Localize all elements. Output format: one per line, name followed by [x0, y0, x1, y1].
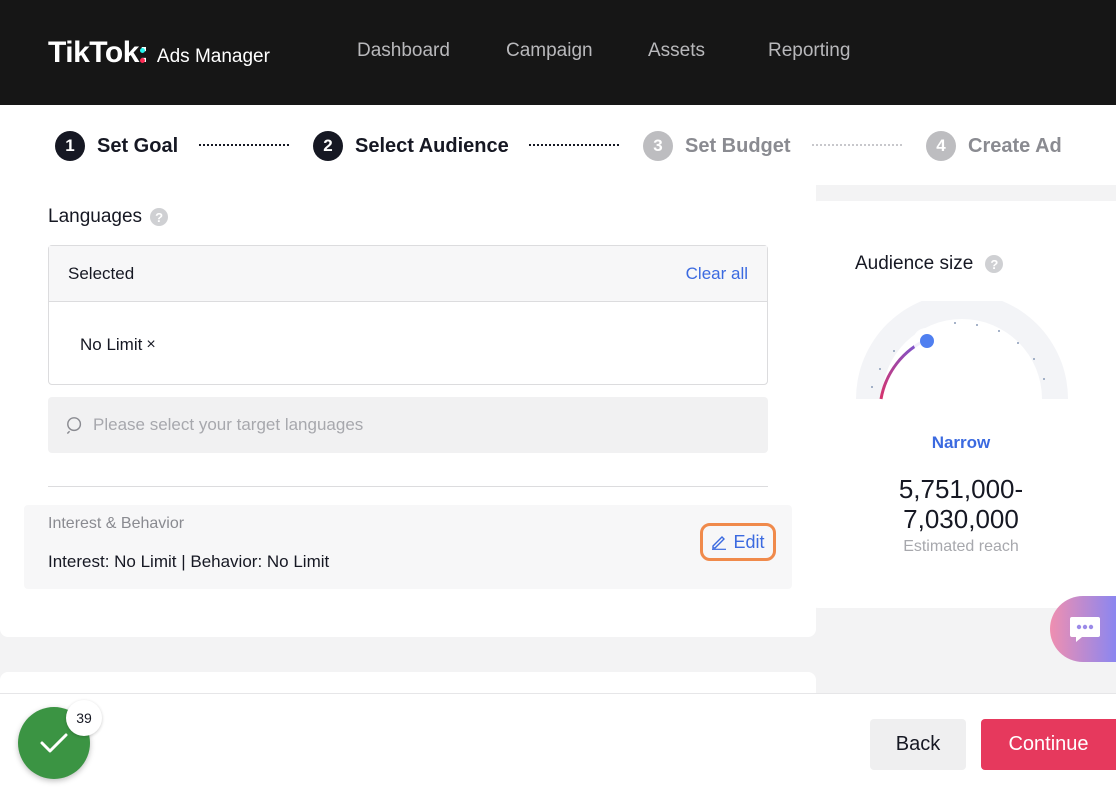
step-set-goal[interactable]: 1 Set Goal [55, 131, 178, 161]
step-set-budget[interactable]: 3 Set Budget [643, 131, 791, 161]
audience-size-label: Audience size [855, 253, 974, 274]
chat-support-button[interactable] [1050, 596, 1116, 662]
task-count-badge: 39 [66, 700, 102, 736]
nav-campaign[interactable]: Campaign [506, 40, 593, 62]
reach-min: 5,751,000- [898, 474, 1024, 504]
selected-header: Selected Clear all [49, 246, 767, 302]
help-icon[interactable]: ? [985, 255, 1004, 273]
step-number: 4 [926, 131, 956, 161]
audience-size-card: Audience size ? Narrow 5,751,000- 7,030,… [806, 201, 1116, 608]
search-icon [66, 417, 82, 434]
clear-all-link[interactable]: Clear all [686, 264, 748, 284]
reach-max: 7,030,000 [903, 504, 1019, 534]
language-tag: No Limit × [80, 335, 156, 355]
help-icon[interactable]: ? [150, 208, 169, 226]
pencil-icon [712, 536, 727, 550]
logo-subtitle: Ads Manager [156, 46, 270, 67]
step-number: 2 [313, 131, 343, 161]
nav-reporting[interactable]: Reporting [768, 40, 850, 62]
tiktok-ads-manager-logo[interactable]: TikTok : Ads Manager [48, 36, 270, 70]
selected-title: Selected [68, 263, 135, 283]
nav-dashboard[interactable]: Dashboard [357, 40, 450, 62]
nav-assets[interactable]: Assets [648, 40, 705, 62]
languages-label: Languages [48, 206, 143, 227]
logo-colon: : [138, 36, 149, 69]
back-button[interactable]: Back [870, 719, 966, 770]
selected-languages-box: Selected Clear all No Limit × [48, 245, 768, 385]
edit-button[interactable]: Edit [700, 523, 776, 561]
estimated-reach-value: 5,751,000- 7,030,000 [806, 474, 1116, 534]
search-placeholder: Please select your target languages [93, 415, 364, 434]
edit-label: Edit [733, 531, 765, 552]
check-icon [40, 733, 68, 753]
chat-icon [1070, 617, 1100, 642]
interest-behavior-title: Interest & Behavior [48, 515, 185, 532]
step-connector [529, 144, 619, 146]
step-label: Set Goal [97, 134, 179, 157]
gauge-knob [920, 334, 934, 348]
step-number: 3 [643, 131, 673, 161]
step-connector [812, 144, 902, 146]
language-search-input[interactable]: Please select your target languages [48, 397, 768, 453]
audience-size-heading: Audience size ? [855, 253, 1004, 275]
tag-label: No Limit [80, 335, 143, 354]
step-label: Set Budget [685, 134, 791, 157]
section-divider [48, 486, 768, 487]
interest-behavior-summary: Interest: No Limit | Behavior: No Limit [48, 552, 330, 571]
audience-level: Narrow [931, 433, 991, 452]
close-icon[interactable]: × [146, 336, 155, 354]
audience-gauge [856, 301, 1068, 400]
step-create-ad[interactable]: 4 Create Ad [926, 131, 1062, 161]
continue-button[interactable]: Continue [981, 719, 1116, 770]
step-select-audience[interactable]: 2 Select Audience [313, 131, 509, 161]
step-label: Create Ad [968, 134, 1062, 157]
step-label: Select Audience [355, 134, 509, 157]
languages-heading: Languages ? [48, 206, 169, 228]
step-number: 1 [55, 131, 85, 161]
logo-wordmark: TikTok [48, 36, 139, 69]
estimated-reach-label: Estimated reach [903, 538, 1019, 555]
top-navigation-bar: TikTok : Ads Manager Dashboard Campaign … [0, 0, 1116, 105]
step-connector [199, 144, 289, 146]
interest-behavior-section: Interest & Behavior Interest: No Limit |… [24, 505, 792, 589]
